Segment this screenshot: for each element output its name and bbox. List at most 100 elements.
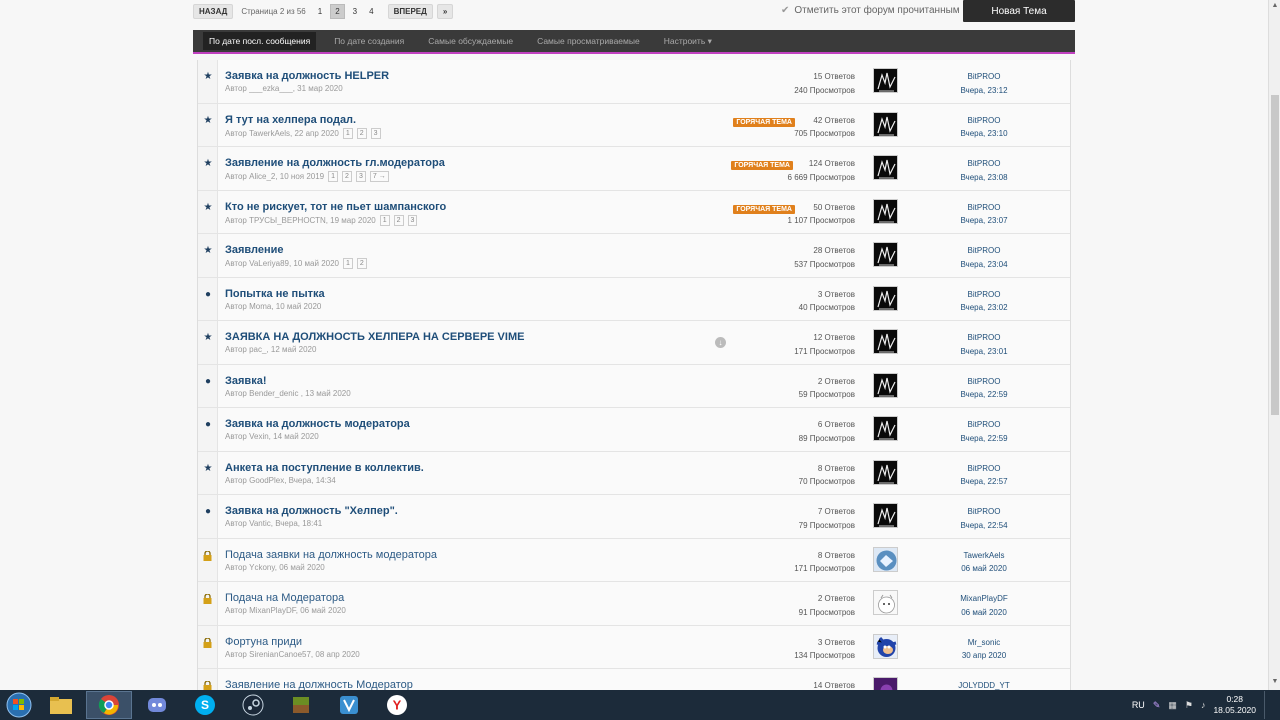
topic-author[interactable]: Автор SirenianCanoe57, 08 апр 2020 [225,650,360,659]
pager-last-button[interactable]: » [436,4,454,19]
topic-author[interactable]: Автор Yckony, 06 май 2020 [225,563,325,572]
unread-dot-icon[interactable]: ● [203,506,213,517]
topic-title-link[interactable]: Подача заявки на должность модератора [225,549,437,561]
last-post-user[interactable]: MixanPlayDF [934,592,1034,606]
avatar[interactable] [873,416,898,441]
last-post-time[interactable]: Вчера, 23:08 [934,171,1034,185]
avatar[interactable] [873,155,898,180]
pager-back-button[interactable]: НАЗАД [193,4,234,19]
language-indicator[interactable]: RU [1132,700,1145,710]
last-post-user[interactable]: TawerkAels [934,549,1034,563]
yandex-icon[interactable]: Y [374,691,420,719]
topic-author[interactable]: Автор MixanPlayDF, 06 май 2020 [225,606,346,615]
topic-author[interactable]: Автор Alice_2, 10 ноя 2019 [225,172,324,181]
topic-title-link[interactable]: Я тут на хелпера подал. [225,114,356,126]
new-topic-button[interactable]: Новая Тема [963,0,1075,22]
star-icon[interactable]: ★ [203,71,213,82]
last-post-user[interactable]: BitPROO [934,462,1034,476]
topic-author[interactable]: Автор VaLeriya89, 10 май 2020 [225,259,339,268]
topic-author[interactable]: Автор Moma, 10 май 2020 [225,302,321,311]
topic-page-link[interactable]: 2 [342,171,352,182]
last-post-user[interactable]: BitPROO [934,331,1034,345]
last-post-user[interactable]: BitPROO [934,505,1034,519]
minecraft-icon[interactable] [278,691,324,719]
avatar[interactable] [873,459,898,485]
last-post-user[interactable]: BitPROO [934,201,1034,215]
last-post-time[interactable]: 06 май 2020 [934,606,1034,620]
download-icon[interactable]: ↓ [715,337,726,348]
tab-sort-viewed[interactable]: Самые просматриваемые [531,32,646,50]
topic-title-link[interactable]: Заявление на должность гл.модератора [225,157,445,169]
tab-sort-last-post[interactable]: По дате посл. сообщения [203,32,317,50]
last-post-time[interactable]: Вчера, 23:07 [934,214,1034,228]
avatar[interactable] [873,503,898,528]
avatar[interactable] [873,242,898,267]
topic-title-link[interactable]: Заявка на должность HELPER [225,70,389,82]
last-post-user[interactable]: BitPROO [934,157,1034,171]
topic-page-link[interactable]: 2 [356,258,367,269]
last-post-user[interactable]: BitPROO [934,70,1034,84]
avatar[interactable] [873,633,898,659]
topic-page-link[interactable]: 3 [407,214,418,226]
topic-author[interactable]: Автор ___ezka___, 31 мар 2020 [225,84,343,93]
flag-icon[interactable]: ⚑ [1185,700,1193,711]
avatar[interactable] [873,329,898,354]
topic-title-link[interactable]: Заявка! [225,375,266,387]
last-post-time[interactable]: Вчера, 23:10 [934,127,1034,141]
topic-title-link[interactable]: Подача на Модератора [225,592,344,604]
last-post-user[interactable]: BitPROO [934,288,1034,302]
topic-page-link[interactable]: 1 [343,258,353,269]
topic-author[interactable]: Автор Bender_denic , 13 май 2020 [225,389,351,398]
topic-page-link[interactable]: 1 [328,171,339,182]
topic-author[interactable]: Автор pac_, 12 май 2020 [225,345,316,354]
tab-sort-created[interactable]: По дате создания [328,32,410,50]
topic-page-link[interactable]: 2 [393,214,404,226]
topic-title-link[interactable]: Кто не рискует, тот не пьет шампанского [225,201,446,213]
explorer-icon[interactable] [38,691,84,719]
avatar[interactable] [873,198,898,224]
last-post-user[interactable]: BitPROO [934,244,1034,258]
last-post-time[interactable]: Вчера, 22:59 [934,388,1034,402]
steam-icon[interactable] [230,691,276,719]
tab-sort-discussed[interactable]: Самые обсуждаемые [422,32,519,50]
last-post-user[interactable]: JOLYDDD_YT [934,679,1034,690]
avatar[interactable] [873,111,898,137]
avatar[interactable] [873,285,898,311]
scroll-up-icon[interactable]: ▲ [1271,2,1279,12]
star-icon[interactable]: ★ [203,245,213,256]
avatar[interactable] [873,677,898,690]
last-post-time[interactable]: Вчера, 22:59 [934,432,1034,446]
topic-page-link[interactable]: 2 [356,127,367,139]
volume-icon[interactable]: ♪ [1201,700,1206,710]
topic-title-link[interactable]: Анкета на поступление в коллектив. [225,462,424,474]
star-icon[interactable]: ★ [203,463,213,474]
star-icon[interactable]: ★ [203,202,213,213]
last-post-time[interactable]: Вчера, 22:54 [934,519,1034,533]
last-post-user[interactable]: BitPROO [934,375,1034,389]
avatar[interactable] [873,590,898,615]
star-icon[interactable]: ★ [203,158,213,169]
topic-title-link[interactable]: ЗАЯВКА НА ДОЛЖНОСТЬ ХЕЛПЕРА НА СЕРВЕРЕ V… [225,331,524,343]
topic-title-link[interactable]: Заявка на должность "Хелпер". [225,505,398,517]
topic-page-link[interactable]: 1 [379,214,390,226]
topic-page-link[interactable]: 3 [370,127,381,139]
chrome-icon[interactable] [86,691,132,719]
mark-read-link[interactable]: ✔ Отметить этот форум прочитанным [781,5,960,16]
topic-author[interactable]: Автор TawerkAels, 22 апр 2020 [225,129,339,138]
topic-page-link[interactable]: 3 [355,171,366,182]
pager-next-button[interactable]: ВПЕРЕД [387,4,433,19]
last-post-time[interactable]: Вчера, 22:57 [934,475,1034,489]
topic-author[interactable]: Автор ТРУСЫ_ВЕРНОСТN, 19 мар 2020 [225,216,376,225]
topic-author[interactable]: Автор GoodPlex, Вчера, 14:34 [225,476,336,485]
topic-page-link[interactable]: 7 → [369,171,389,182]
unread-dot-icon[interactable]: ● [203,419,213,430]
avatar[interactable] [873,372,898,398]
last-post-time[interactable]: Вчера, 23:12 [934,84,1034,98]
last-post-time[interactable]: Вчера, 23:01 [934,345,1034,359]
topic-title-link[interactable]: Заявление [225,244,284,256]
show-desktop-button[interactable] [1264,691,1272,719]
pen-icon[interactable]: ✎ [1153,700,1161,711]
pager-page-3[interactable]: 3 [349,5,361,18]
discord-icon[interactable] [134,691,180,719]
pager-page-4[interactable]: 4 [365,5,377,18]
